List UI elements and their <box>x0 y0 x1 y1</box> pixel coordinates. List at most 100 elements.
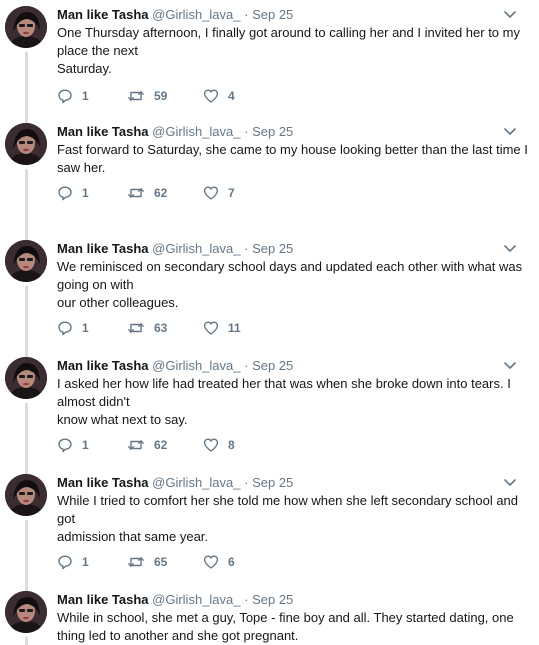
reply-icon <box>58 438 72 453</box>
tweet-date[interactable]: Sep 25 <box>252 241 293 256</box>
tweet-text-line: admission that same year. <box>57 529 209 544</box>
tweet-date[interactable]: Sep 25 <box>252 124 293 139</box>
heart-icon <box>203 186 219 200</box>
author-handle[interactable]: @Girlish_lava_ <box>152 592 240 607</box>
heart-icon <box>203 438 219 452</box>
reply-button[interactable]: 1 <box>57 319 89 337</box>
retweet-button[interactable]: 59 <box>127 87 167 105</box>
tweet-text-line: One Thursday afternoon, I finally got ar… <box>57 25 520 40</box>
retweet-icon <box>128 188 144 198</box>
author-handle[interactable]: @Girlish_lava_ <box>152 7 240 22</box>
avatar[interactable] <box>5 474 47 516</box>
tweet-text-line: place the next <box>57 43 138 58</box>
tweet-date[interactable]: Sep 25 <box>252 358 293 373</box>
retweet-button[interactable]: 63 <box>127 319 167 337</box>
tweet-date[interactable]: Sep 25 <box>252 7 293 22</box>
like-button[interactable]: 6 <box>203 553 235 571</box>
chevron-down-icon[interactable] <box>503 127 517 137</box>
tweet[interactable]: Man like Tasha @Girlish_lava_ · Sep 25 F… <box>0 117 539 234</box>
author-name[interactable]: Man like Tasha <box>57 475 149 490</box>
tweet[interactable]: Man like Tasha @Girlish_lava_ · Sep 25 W… <box>0 585 539 645</box>
reply-button[interactable]: 1 <box>57 553 89 571</box>
retweet-count: 62 <box>154 438 168 452</box>
avatar[interactable] <box>5 6 47 48</box>
separator-dot: · <box>244 475 249 490</box>
avatar[interactable] <box>5 123 47 165</box>
reply-button[interactable]: 1 <box>57 184 89 202</box>
like-button[interactable]: 11 <box>203 319 241 337</box>
tweet[interactable]: Man like Tasha @Girlish_lava_ · Sep 25 W… <box>0 468 539 585</box>
avatar[interactable] <box>5 357 47 399</box>
tweet-text-line: got <box>57 511 76 526</box>
tweet-text: While I tried to comfort her she told me… <box>57 492 527 546</box>
separator-dot: · <box>244 7 249 22</box>
tweet-text: I asked her how life had treated her tha… <box>57 375 527 429</box>
retweet-icon <box>128 323 144 333</box>
retweet-button[interactable]: 62 <box>127 184 167 202</box>
author-handle[interactable]: @Girlish_lava_ <box>152 124 240 139</box>
retweet-count: 65 <box>154 555 168 569</box>
chevron-down-icon[interactable] <box>503 244 517 254</box>
chevron-down-icon[interactable] <box>503 478 517 488</box>
heart-icon <box>203 89 219 103</box>
like-count: 4 <box>228 89 235 103</box>
thread-connector-line <box>25 637 28 645</box>
like-count: 7 <box>228 186 235 200</box>
author-handle[interactable]: @Girlish_lava_ <box>152 241 240 256</box>
like-button[interactable]: 7 <box>203 184 235 202</box>
tweet-header: Man like Tasha @Girlish_lava_ · Sep 25 <box>57 6 507 24</box>
like-count: 6 <box>228 555 235 569</box>
tweet-text-line: going on with <box>57 277 134 292</box>
tweet-text-line: our other colleagues. <box>57 295 179 310</box>
retweet-icon <box>128 91 144 101</box>
retweet-icon <box>128 557 144 567</box>
reply-count: 1 <box>82 438 89 452</box>
tweet-header: Man like Tasha @Girlish_lava_ · Sep 25 <box>57 123 507 141</box>
author-handle[interactable]: @Girlish_lava_ <box>152 358 240 373</box>
tweet-header: Man like Tasha @Girlish_lava_ · Sep 25 <box>57 474 507 492</box>
avatar-image <box>5 591 47 633</box>
thread-connector-line <box>25 52 28 117</box>
separator-dot: · <box>244 592 249 607</box>
tweet-text: One Thursday afternoon, I finally got ar… <box>57 24 527 78</box>
heart-icon <box>203 555 219 569</box>
tweet-text-line: While in school, she met a guy, Tope - f… <box>57 610 514 625</box>
reply-count: 1 <box>82 89 89 103</box>
retweet-icon <box>128 440 144 450</box>
author-name[interactable]: Man like Tasha <box>57 241 149 256</box>
chevron-down-icon[interactable] <box>503 361 517 371</box>
tweet-text: Fast forward to Saturday, she came to my… <box>57 141 528 177</box>
retweet-button[interactable]: 65 <box>127 553 167 571</box>
author-name[interactable]: Man like Tasha <box>57 124 149 139</box>
thread-connector-line <box>25 403 28 468</box>
retweet-button[interactable]: 62 <box>127 436 167 454</box>
author-name[interactable]: Man like Tasha <box>57 358 149 373</box>
author-name[interactable]: Man like Tasha <box>57 7 149 22</box>
tweet-text-line: We reminisced on secondary school days a… <box>57 259 523 274</box>
thread-connector-line <box>25 169 28 234</box>
tweet-text-line: almost didn't <box>57 394 130 409</box>
tweet[interactable]: Man like Tasha @Girlish_lava_ · Sep 25 O… <box>0 0 539 117</box>
heart-icon <box>203 321 219 335</box>
tweet-header: Man like Tasha @Girlish_lava_ · Sep 25 <box>57 591 507 609</box>
like-button[interactable]: 8 <box>203 436 235 454</box>
reply-icon <box>58 321 72 336</box>
author-name[interactable]: Man like Tasha <box>57 592 149 607</box>
reply-button[interactable]: 1 <box>57 436 89 454</box>
avatar-image <box>5 240 47 282</box>
tweet[interactable]: Man like Tasha @Girlish_lava_ · Sep 25 I… <box>0 351 539 468</box>
like-button[interactable]: 4 <box>203 87 235 105</box>
reply-button[interactable]: 1 <box>57 87 89 105</box>
tweet-text-line: While I tried to comfort her she told me… <box>57 493 519 508</box>
tweet-date[interactable]: Sep 25 <box>252 592 293 607</box>
avatar[interactable] <box>5 591 47 633</box>
tweet[interactable]: Man like Tasha @Girlish_lava_ · Sep 25 W… <box>0 234 539 351</box>
tweet-date[interactable]: Sep 25 <box>252 475 293 490</box>
avatar[interactable] <box>5 240 47 282</box>
tweet-text-line: saw her. <box>57 160 106 175</box>
separator-dot: · <box>244 241 249 256</box>
tweet-text-line: know what next to say. <box>57 412 188 427</box>
chevron-down-icon[interactable] <box>503 10 517 20</box>
author-handle[interactable]: @Girlish_lava_ <box>152 475 240 490</box>
retweet-count: 59 <box>154 89 168 103</box>
